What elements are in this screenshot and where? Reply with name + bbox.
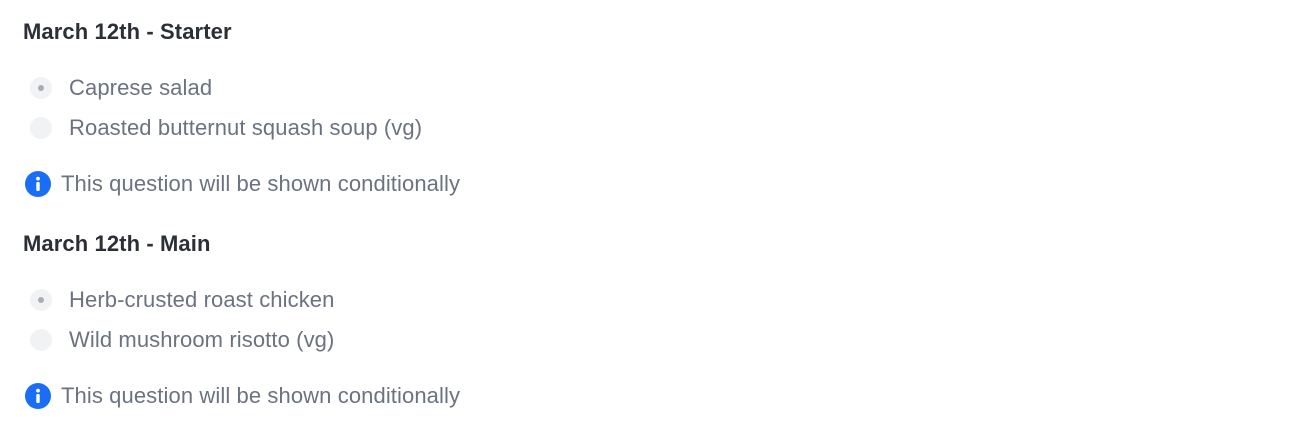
radio-group: Caprese salad Roasted butternut squash s…	[23, 68, 460, 148]
conditional-note: This question will be shown conditionall…	[23, 381, 460, 411]
radio-group: Herb-crusted roast chicken Wild mushroom…	[23, 280, 460, 360]
conditional-note: This question will be shown conditionall…	[23, 169, 460, 199]
conditional-note-text: This question will be shown conditionall…	[61, 171, 461, 196]
question-starter: March 12th - Starter Caprese salad Roast…	[23, 18, 460, 199]
radio-option-squash-soup[interactable]: Roasted butternut squash soup (vg)	[23, 108, 460, 148]
question-title: March 12th - Starter	[23, 19, 232, 44]
radio-dot	[38, 297, 44, 303]
conditional-note-text: This question will be shown conditionall…	[61, 383, 461, 408]
radio-dot	[38, 85, 44, 91]
option-label: Roasted butternut squash soup (vg)	[69, 115, 423, 140]
radio-button[interactable]	[30, 329, 52, 351]
radio-option-caprese-salad[interactable]: Caprese salad	[23, 68, 460, 108]
radio-button-selected[interactable]	[30, 77, 52, 99]
option-label: Wild mushroom risotto (vg)	[69, 327, 335, 352]
option-label: Herb-crusted roast chicken	[69, 287, 335, 312]
radio-button-selected[interactable]	[30, 289, 52, 311]
radio-button[interactable]	[30, 117, 52, 139]
question-title: March 12th - Main	[23, 231, 211, 256]
radio-option-roast-chicken[interactable]: Herb-crusted roast chicken	[23, 280, 460, 320]
option-label: Caprese salad	[69, 75, 213, 100]
conditional-questions-form: March 12th - Starter Caprese salad Roast…	[0, 0, 1296, 437]
info-icon	[25, 171, 51, 197]
question-main: March 12th - Main Herb-crusted roast chi…	[23, 230, 460, 411]
radio-option-mushroom-risotto[interactable]: Wild mushroom risotto (vg)	[23, 320, 460, 360]
info-icon	[25, 383, 51, 409]
